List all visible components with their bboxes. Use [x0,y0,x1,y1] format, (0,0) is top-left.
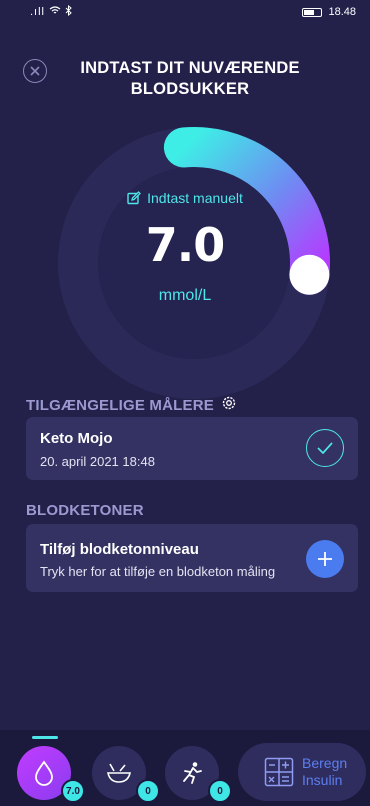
signal-icon: .ıll [30,6,45,18]
status-time: 18.48 [328,6,356,18]
close-button[interactable] [23,59,47,83]
add-ketone-button[interactable] [306,540,344,578]
add-ketone-subtitle: Tryk her for at tilføje en blodketon mål… [40,564,276,579]
glucose-badge: 7.0 [61,779,85,803]
edit-icon [127,191,142,205]
manual-entry-link[interactable]: Indtast manuelt [0,190,370,206]
drop-icon [35,760,53,786]
bluetooth-icon [65,4,72,19]
bowl-icon [107,763,131,783]
page-title: INDTAST DIT NUVÆRENDE BLODSUKKER [80,59,300,98]
calculate-insulin-button[interactable]: Beregn Insulin [238,743,366,801]
plus-icon [318,552,332,566]
manual-entry-label: Indtast manuelt [147,190,243,206]
ketones-heading: BLODKETONER [26,502,144,519]
status-bar: .ıll 18.48 [0,0,370,24]
checkmark-icon [317,442,333,454]
add-ketone-title: Tilføj blodketonniveau [40,541,199,558]
close-icon [30,66,40,76]
wifi-icon [49,5,61,19]
insulin-label-line1: Beregn [302,755,348,771]
insulin-label-line2: Insulin [302,772,343,788]
calculator-icon [264,757,294,787]
settings-gear-icon[interactable] [220,394,238,416]
meter-select-button[interactable] [306,429,344,467]
battery-icon [302,7,323,17]
meters-heading-label: TILGÆNGELIGE MÅLERE [26,396,214,414]
meter-card-keto-mojo[interactable]: Keto Mojo 20. april 2021 18:48 [26,417,358,480]
glucose-value: 7.0 [145,218,226,272]
running-icon [183,762,202,784]
bottom-nav: 7.0 0 0 Beregn Insulin [0,730,370,806]
add-ketone-card[interactable]: Tilføj blodketonniveau Tryk her for at t… [26,524,358,592]
glucose-unit: mmol/L [158,287,212,304]
food-badge: 0 [136,779,160,803]
meters-heading: TILGÆNGELIGE MÅLERE [26,394,238,416]
meter-name: Keto Mojo [40,430,113,447]
active-tab-indicator [32,736,58,739]
activity-badge: 0 [208,779,232,803]
meter-timestamp: 20. april 2021 18:48 [40,454,155,469]
ketones-heading-label: BLODKETONER [26,502,144,519]
